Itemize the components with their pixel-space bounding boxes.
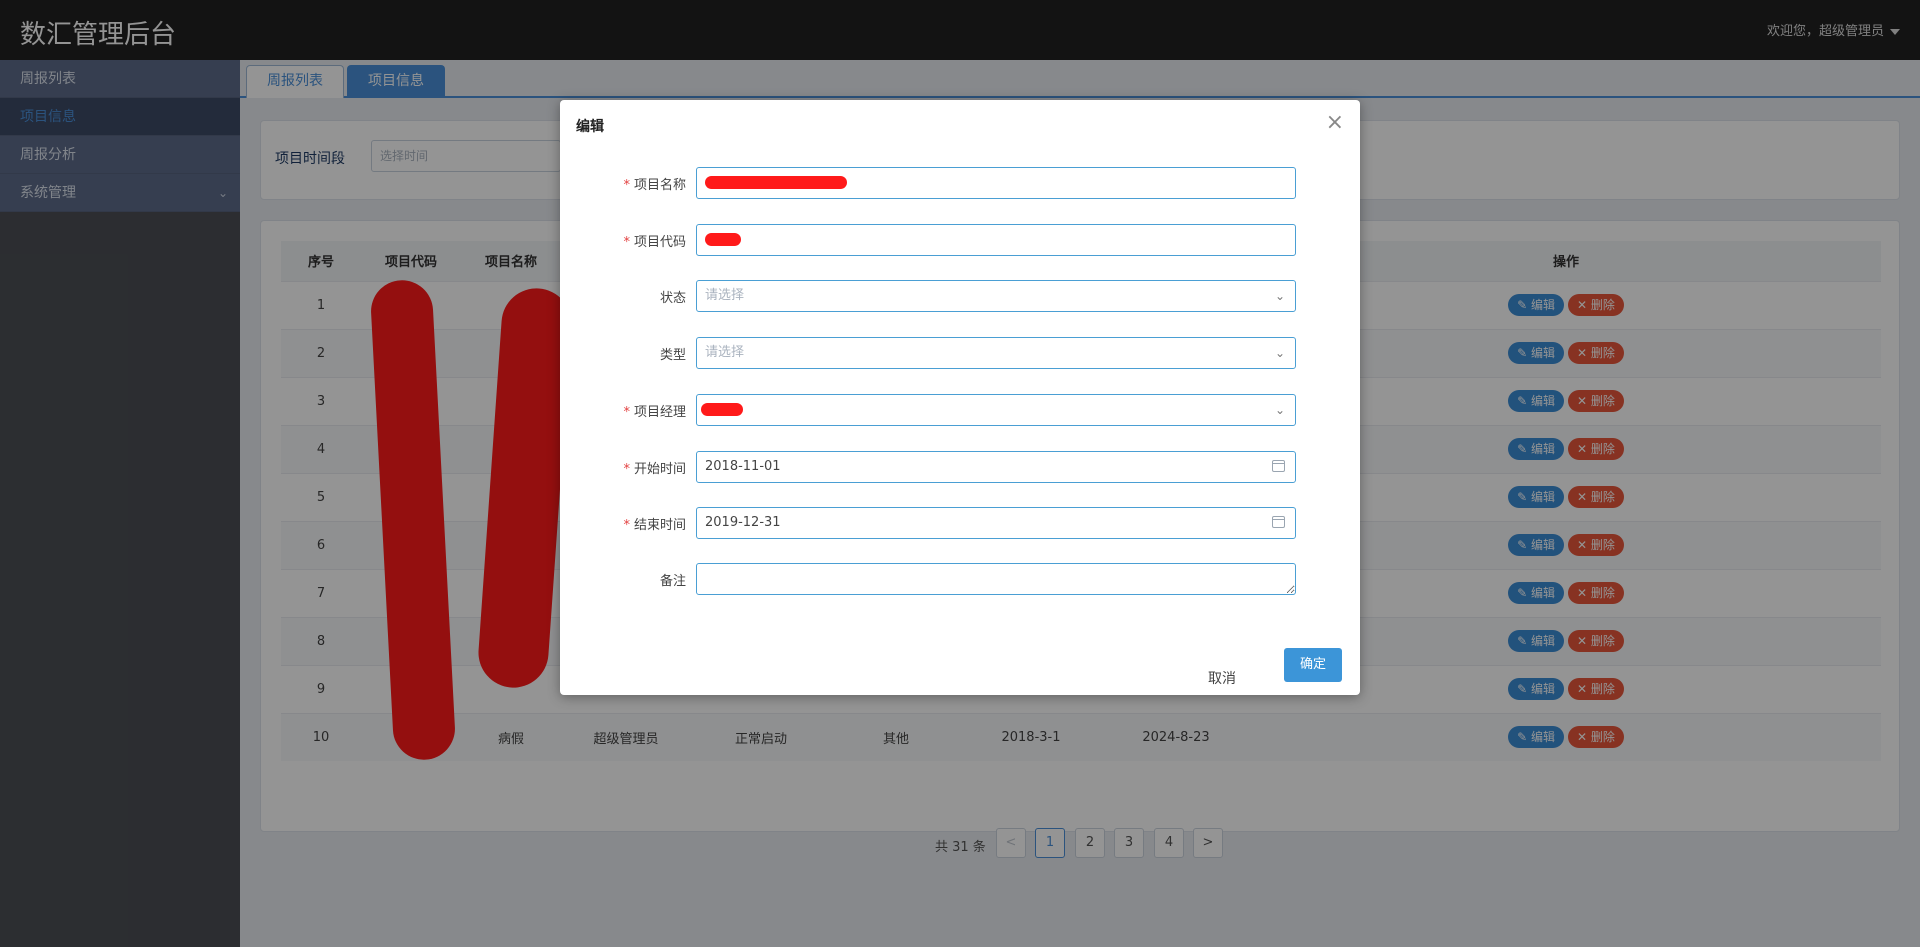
type-select[interactable]: 请选择 ⌄ [696, 337, 1296, 369]
field-label-text: 项目代码 [633, 235, 686, 250]
form-row-start-date: * 开始时间 2018-11-01 [560, 451, 1360, 483]
cancel-button[interactable]: 取消 [1208, 668, 1236, 688]
status-select[interactable]: 请选择 ⌄ [696, 280, 1296, 312]
field-label-text: 结束时间 [633, 518, 686, 533]
form-row-status: 状态 请选择 ⌄ [560, 280, 1360, 312]
dialog-title: 编辑 [576, 119, 604, 135]
required-marker: * [623, 518, 630, 533]
project-code-input[interactable] [696, 224, 1296, 256]
form-row-project-code: * 项目代码 [560, 224, 1360, 256]
manager-select[interactable]: ⌄ [696, 394, 1296, 426]
field-label: * 项目代码 [560, 231, 686, 250]
field-label: 状态 [659, 291, 686, 306]
redaction-mark [701, 403, 743, 416]
note-textarea[interactable] [696, 563, 1296, 595]
field-label: * 项目经理 [560, 401, 686, 420]
date-value: 2018-11-01 [705, 459, 781, 474]
close-icon[interactable]: × [1326, 110, 1344, 135]
form-row-project-name: * 项目名称 [560, 167, 1360, 199]
required-marker: * [623, 178, 630, 193]
field-label: * 项目名称 [560, 174, 686, 193]
form-row-type: 类型 请选择 ⌄ [560, 337, 1360, 369]
redaction-mark [705, 233, 741, 246]
field-label: * 开始时间 [560, 458, 686, 477]
edit-dialog: 编辑 × * 项目名称 * 项目代码 状态 请选择 ⌄ 类型 请选择 ⌄ * 项目经理 ⌄… [560, 100, 1360, 695]
field-label-text: 项目经理 [633, 405, 686, 420]
end-date-picker[interactable]: 2019-12-31 [696, 507, 1296, 539]
select-placeholder: 请选择 [705, 288, 745, 303]
calendar-icon [1272, 516, 1285, 528]
field-label-text: 开始时间 [633, 462, 686, 477]
field-label: 备注 [659, 574, 686, 589]
form-row-note: 备注 [560, 563, 1360, 595]
required-marker: * [623, 405, 630, 420]
required-marker: * [623, 462, 630, 477]
form-row-end-date: * 结束时间 2019-12-31 [560, 507, 1360, 539]
date-value: 2019-12-31 [705, 515, 781, 530]
calendar-icon [1272, 460, 1285, 472]
redaction-mark [705, 176, 847, 189]
chevron-down-icon: ⌄ [1274, 403, 1285, 417]
form-row-manager: * 项目经理 ⌄ [560, 394, 1360, 426]
required-marker: * [623, 235, 630, 250]
confirm-button[interactable]: 确定 [1284, 648, 1342, 682]
field-label: * 结束时间 [560, 514, 686, 533]
field-label-text: 项目名称 [633, 178, 686, 193]
field-label: 类型 [659, 348, 686, 363]
select-placeholder: 请选择 [705, 345, 745, 360]
start-date-picker[interactable]: 2018-11-01 [696, 451, 1296, 483]
chevron-down-icon: ⌄ [1274, 289, 1285, 303]
chevron-down-icon: ⌄ [1274, 346, 1285, 360]
